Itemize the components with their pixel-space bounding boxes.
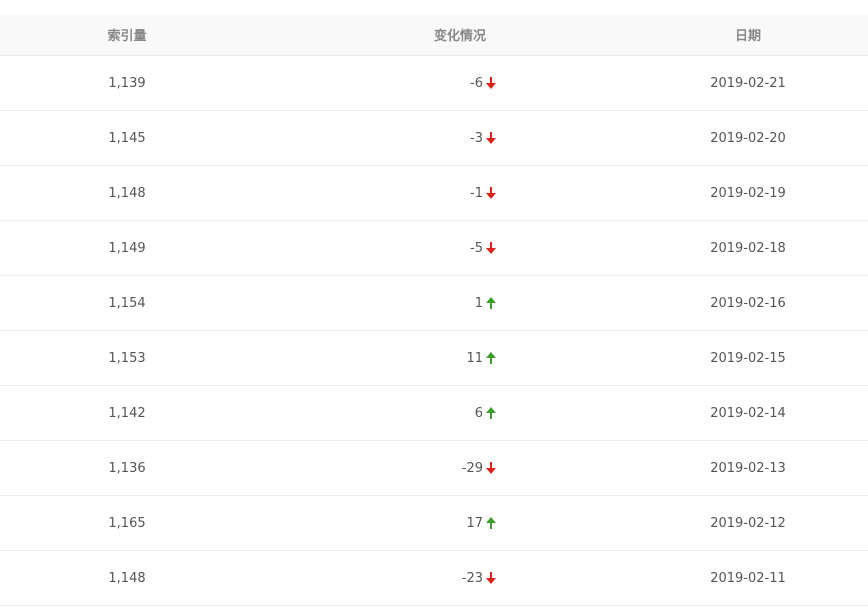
date-cell: 2019-02-20 (710, 130, 786, 146)
arrow-down-icon (486, 462, 496, 474)
change-cell: 1 (380, 296, 496, 311)
date-cell: 2019-02-21 (710, 75, 786, 91)
arrow-down-icon (486, 572, 496, 584)
table-header: 索引量 变化情况 日期 (0, 14, 868, 56)
index-history-table: 索引量 变化情况 日期 1,139 -6 2019-02-21 1,145 -3 2019… (0, 0, 868, 606)
date-cell: 2019-02-15 (710, 350, 786, 366)
change-cell: 6 (380, 406, 496, 421)
change-cell: -3 (380, 131, 496, 146)
index-count-cell: 1,153 (108, 350, 146, 366)
header-date: 日期 (734, 29, 761, 44)
index-count-cell: 1,148 (108, 570, 146, 586)
arrow-down-icon (486, 77, 496, 89)
index-count-cell: 1,142 (108, 405, 146, 421)
change-value: -1 (470, 185, 483, 201)
change-cell: -6 (380, 76, 496, 91)
index-count-cell: 1,145 (108, 130, 146, 146)
change-value: -3 (470, 130, 483, 146)
date-cell: 2019-02-11 (710, 570, 786, 586)
change-cell: 11 (380, 351, 496, 366)
table-row: 1,165 17 2019-02-12 (0, 496, 868, 551)
table-row: 1,148 -1 2019-02-19 (0, 166, 868, 221)
date-cell: 2019-02-18 (710, 240, 786, 256)
change-value: 11 (466, 350, 483, 366)
change-value: 1 (474, 295, 483, 311)
header-index-count: 索引量 (107, 29, 147, 44)
table-row: 1,149 -5 2019-02-18 (0, 221, 868, 276)
date-cell: 2019-02-14 (710, 405, 786, 421)
date-cell: 2019-02-12 (710, 515, 786, 531)
date-cell: 2019-02-13 (710, 460, 786, 476)
table-row: 1,154 1 2019-02-16 (0, 276, 868, 331)
table-row: 1,142 6 2019-02-14 (0, 386, 868, 441)
change-cell: -23 (380, 571, 496, 586)
index-count-cell: 1,165 (108, 515, 146, 531)
arrow-up-icon (486, 352, 496, 364)
arrow-down-icon (486, 187, 496, 199)
change-cell: -5 (380, 241, 496, 256)
change-cell: 17 (380, 516, 496, 531)
arrow-down-icon (486, 132, 496, 144)
change-cell: -1 (380, 186, 496, 201)
change-value: 17 (466, 515, 483, 531)
arrow-down-icon (486, 242, 496, 254)
change-value: -5 (470, 240, 483, 256)
table-body: 1,139 -6 2019-02-21 1,145 -3 2019-02-20 1,148 -… (0, 56, 868, 606)
index-count-cell: 1,139 (108, 75, 146, 91)
index-count-cell: 1,149 (108, 240, 146, 256)
arrow-up-icon (486, 297, 496, 309)
date-cell: 2019-02-19 (710, 185, 786, 201)
date-cell: 2019-02-16 (710, 295, 786, 311)
table-row: 1,145 -3 2019-02-20 (0, 111, 868, 166)
index-count-cell: 1,136 (108, 460, 146, 476)
change-value: -6 (470, 75, 483, 91)
table-top-gap (0, 0, 868, 14)
table-row: 1,148 -23 2019-02-11 (0, 551, 868, 606)
arrow-up-icon (486, 517, 496, 529)
index-count-cell: 1,148 (108, 185, 146, 201)
change-value: -23 (461, 570, 483, 586)
change-value: -29 (461, 460, 483, 476)
change-cell: -29 (380, 461, 496, 476)
table-row: 1,139 -6 2019-02-21 (0, 56, 868, 111)
table-row: 1,136 -29 2019-02-13 (0, 441, 868, 496)
arrow-up-icon (486, 407, 496, 419)
change-value: 6 (474, 405, 483, 421)
table-row: 1,153 11 2019-02-15 (0, 331, 868, 386)
index-count-cell: 1,154 (108, 295, 146, 311)
